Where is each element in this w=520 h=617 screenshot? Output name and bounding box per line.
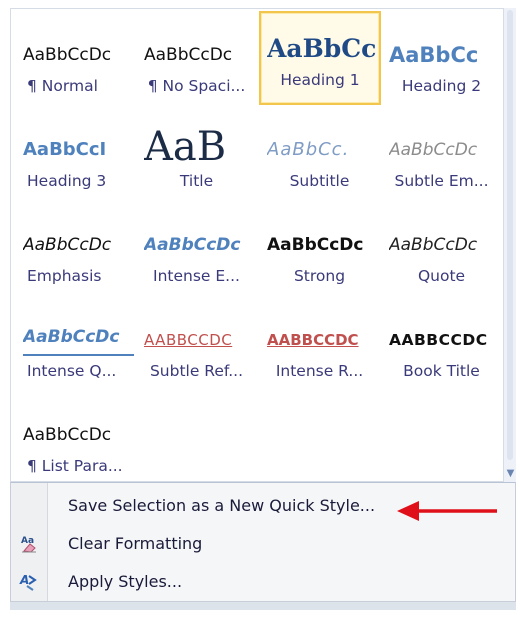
style-label: Intense E... [153, 267, 240, 285]
style-label: Heading 2 [401, 77, 482, 95]
style-sample: AaBbCcDc [23, 45, 112, 65]
style-label: ¶ Normal [27, 77, 98, 95]
style-tile-subtle-reference[interactable]: AABBCCDC Subtle Ref... [136, 302, 257, 394]
style-label: Subtle Em... [394, 172, 489, 190]
style-tile-intense-emphasis[interactable]: AaBbCcDc Intense E... [136, 207, 257, 299]
red-arrow-icon [397, 501, 497, 521]
scroll-track[interactable] [507, 10, 513, 460]
style-sample: AaBbCcDc [23, 320, 134, 356]
style-tile-title[interactable]: AaB Title [136, 112, 257, 204]
style-tile-book-title[interactable]: AABBCCDC Book Title [381, 302, 502, 394]
svg-text:Aa: Aa [21, 536, 34, 546]
style-label: Book Title [403, 362, 480, 380]
style-sample: AaBbCcDc [23, 425, 112, 445]
style-tile-heading-2[interactable]: AaBbCc Heading 2 [381, 17, 502, 109]
style-label: Intense R... [275, 362, 364, 380]
style-tile-quote[interactable]: AaBbCcDc Quote [381, 207, 502, 299]
style-sample: AaBbCc. [267, 139, 350, 160]
style-sample: AaB [144, 124, 227, 170]
style-sample: AaBbCcDc [23, 235, 112, 255]
style-sample: AaBbCcDc [389, 235, 478, 255]
menu-item-clear-formatting[interactable]: Aa Clear Formatting [21, 525, 513, 561]
style-tile-normal[interactable]: AaBbCcDc ¶ Normal [15, 17, 136, 109]
style-tile-emphasis[interactable]: AaBbCcDc Emphasis [15, 207, 136, 299]
style-label: Subtle Ref... [149, 362, 244, 380]
style-tile-no-spacing[interactable]: AaBbCcDc ¶ No Spaci... [136, 17, 257, 109]
style-label: Title [179, 172, 214, 190]
style-label: Emphasis [27, 267, 102, 285]
style-sample: AaBbCcDc [144, 45, 233, 65]
menu-bottom-strip [10, 602, 516, 610]
style-label: Heading 3 [27, 172, 107, 190]
style-tile-strong[interactable]: AaBbCcDc Strong [259, 207, 380, 299]
style-sample: AABBCCDC [144, 331, 233, 349]
style-tile-intense-reference[interactable]: AABBCCDC Intense R... [259, 302, 380, 394]
scroll-down-arrow-icon[interactable]: ▼ [505, 469, 516, 479]
clear-formatting-label: Clear Formatting [68, 534, 203, 553]
style-sample: AaBbCc [267, 34, 377, 63]
style-tile-subtitle[interactable]: AaBbCc. Subtitle [259, 112, 380, 204]
style-label: ¶ List Para... [27, 457, 123, 475]
style-label: ¶ No Spaci... [147, 77, 246, 95]
style-tile-list-paragraph[interactable]: AaBbCcDc ¶ List Para... [15, 397, 136, 489]
apply-styles-label: Apply Styles... [68, 572, 183, 591]
style-tile-heading-3[interactable]: AaBbCcI Heading 3 [15, 112, 136, 204]
gallery-scrollbar[interactable]: ▼ [503, 8, 516, 482]
style-label: Intense Q... [27, 362, 117, 380]
save-selection-label: Save Selection as a New Quick Style... [68, 496, 376, 515]
apply-styles-icon: A [18, 570, 40, 592]
quick-styles-gallery: AaBbCcDc ¶ Normal AaBbCcDc ¶ No Spaci...… [10, 8, 506, 482]
style-sample: AaBbCcI [23, 139, 107, 160]
style-sample: AABBCCDC [389, 331, 488, 349]
style-sample: AABBCCDC [267, 331, 359, 349]
svg-text:A: A [19, 573, 29, 587]
menu-item-apply-styles[interactable]: A Apply Styles... [19, 563, 513, 599]
style-tile-heading-1[interactable]: AaBbCc Heading 1 [259, 11, 381, 105]
style-label: Quote [417, 267, 466, 285]
style-tile-intense-quote[interactable]: AaBbCcDc Intense Q... [15, 302, 136, 394]
style-sample: AaBbCc [389, 43, 479, 67]
clear-formatting-icon: Aa [18, 532, 40, 554]
style-sample: AaBbCcDc [267, 235, 364, 255]
style-sample: AaBbCcDc [389, 140, 478, 160]
style-tile-subtle-emphasis[interactable]: AaBbCcDc Subtle Em... [381, 112, 502, 204]
style-sample: AaBbCcDc [144, 235, 241, 255]
style-label: Heading 1 [280, 71, 360, 89]
style-label: Strong [293, 267, 346, 285]
style-label: Subtitle [289, 172, 350, 190]
